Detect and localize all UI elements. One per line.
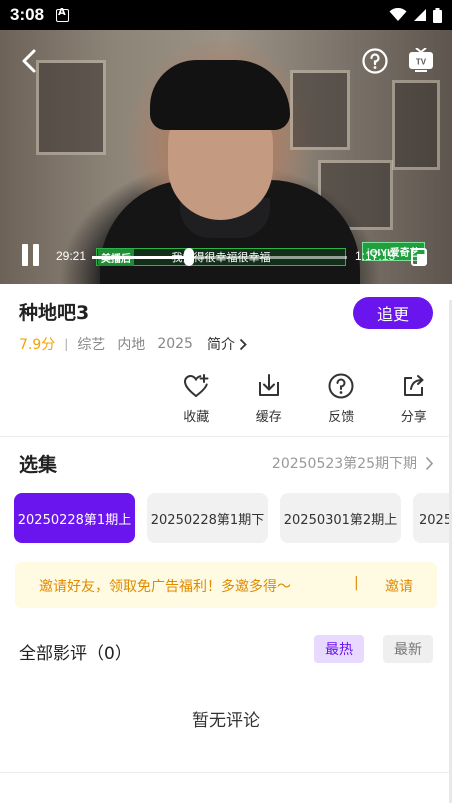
person-hair: [150, 60, 290, 130]
status-time: 3:08: [10, 5, 45, 24]
total-time: 1:17:15: [355, 249, 396, 263]
video-player[interactable]: TV 29:21 我觉得很幸福很幸福 美播后 iQIYI爱奇艺 1:17:15: [0, 30, 452, 284]
download-button[interactable]: 缓存: [233, 372, 306, 428]
episode-item[interactable]: 20250228第1期下: [147, 493, 268, 543]
chevron-left-icon: [22, 49, 36, 73]
share-button[interactable]: 分享: [378, 372, 451, 428]
signal-icon: [414, 9, 426, 21]
show-score: 7.9分: [19, 337, 56, 353]
show-genre: 综艺: [77, 337, 106, 353]
invite-separator: |: [354, 575, 359, 591]
episode-label: 20250228第1期下: [150, 512, 265, 528]
empty-reviews-text: 暂无评论: [192, 711, 260, 731]
download-icon: [258, 374, 279, 396]
episodes-current-label: 20250523第25期下期: [271, 456, 417, 472]
favorite-button[interactable]: 收藏: [160, 372, 233, 428]
episode-item[interactable]: 20250301第2期下: [413, 493, 452, 543]
share-icon: [403, 375, 424, 396]
sort-hot-tab[interactable]: 最热: [314, 635, 364, 663]
pause-button[interactable]: [20, 244, 42, 268]
seek-bar[interactable]: [92, 248, 347, 266]
show-meta: 7.9分 | 综艺 内地 2025 简介: [19, 334, 247, 354]
download-label: 缓存: [255, 410, 282, 425]
battery-icon: [433, 7, 442, 23]
episode-list[interactable]: 20250228第1期上 20250228第1期下 20250301第2期上 2…: [14, 493, 452, 543]
episode-label: 20250228第1期上: [17, 512, 132, 528]
divider: [0, 436, 452, 437]
favorite-label: 收藏: [183, 410, 210, 425]
divider: [0, 772, 452, 773]
episode-label: 20250301第2期下: [419, 512, 452, 528]
back-button[interactable]: [14, 46, 44, 76]
seek-bar-thumb[interactable]: [183, 248, 194, 266]
intro-link[interactable]: 简介: [207, 334, 247, 354]
meta-separator: |: [64, 337, 69, 351]
background-frame: [290, 70, 350, 150]
status-bar: 3:08: [0, 0, 452, 30]
action-bar: 收藏 缓存 反馈 分享: [160, 372, 450, 428]
status-indicators: [389, 7, 442, 23]
question-icon: [328, 373, 354, 399]
feedback-label: 反馈: [328, 410, 355, 425]
tv-cast-button[interactable]: TV: [406, 46, 436, 76]
follow-button[interactable]: 追更: [353, 297, 433, 329]
intro-label: 简介: [206, 337, 235, 353]
episode-item[interactable]: 20250301第2期上: [280, 493, 401, 543]
background-frame: [392, 80, 440, 170]
svg-text:TV: TV: [416, 58, 427, 67]
sort-new-tab[interactable]: 最新: [383, 635, 433, 663]
episode-label: 20250301第2期上: [283, 512, 398, 528]
episodes-current-link[interactable]: 20250523第25期下期: [272, 453, 434, 473]
episode-item[interactable]: 20250228第1期上: [14, 493, 135, 543]
fullscreen-button[interactable]: [408, 246, 430, 268]
show-region: 内地: [117, 337, 146, 353]
show-title: 种地吧3: [19, 302, 90, 324]
invite-text: 邀请好友，领取免广告福利！多邀多得～: [39, 579, 291, 595]
show-year: 2025: [157, 336, 193, 352]
tv-icon: TV: [409, 48, 433, 72]
help-button[interactable]: [360, 46, 390, 76]
feedback-button[interactable]: 反馈: [305, 372, 378, 428]
screen: 3:08 TV 29:21 我觉得很幸福很幸福: [0, 0, 452, 803]
background-frame: [36, 60, 106, 155]
app-notification-icon: [56, 7, 70, 22]
chevron-right-icon: [239, 338, 247, 350]
chevron-right-icon: [425, 456, 434, 470]
help-icon: [362, 48, 388, 74]
seek-bar-fill: [92, 256, 189, 259]
wifi-icon: [389, 8, 407, 21]
heart-plus-icon: [184, 374, 209, 397]
share-label: 分享: [400, 410, 427, 425]
reviews-title: 全部影评（0）: [19, 644, 132, 664]
invite-banner[interactable]: 邀请好友，领取免广告福利！多邀多得～ | 邀请: [15, 562, 437, 608]
episodes-title: 选集: [19, 454, 58, 476]
current-time: 29:21: [56, 249, 87, 263]
invite-button[interactable]: 邀请: [385, 576, 413, 596]
player-control-bar: 29:21 我觉得很幸福很幸福 美播后 iQIYI爱奇艺 1:17:15: [0, 240, 452, 274]
fullscreen-icon: [411, 248, 427, 266]
